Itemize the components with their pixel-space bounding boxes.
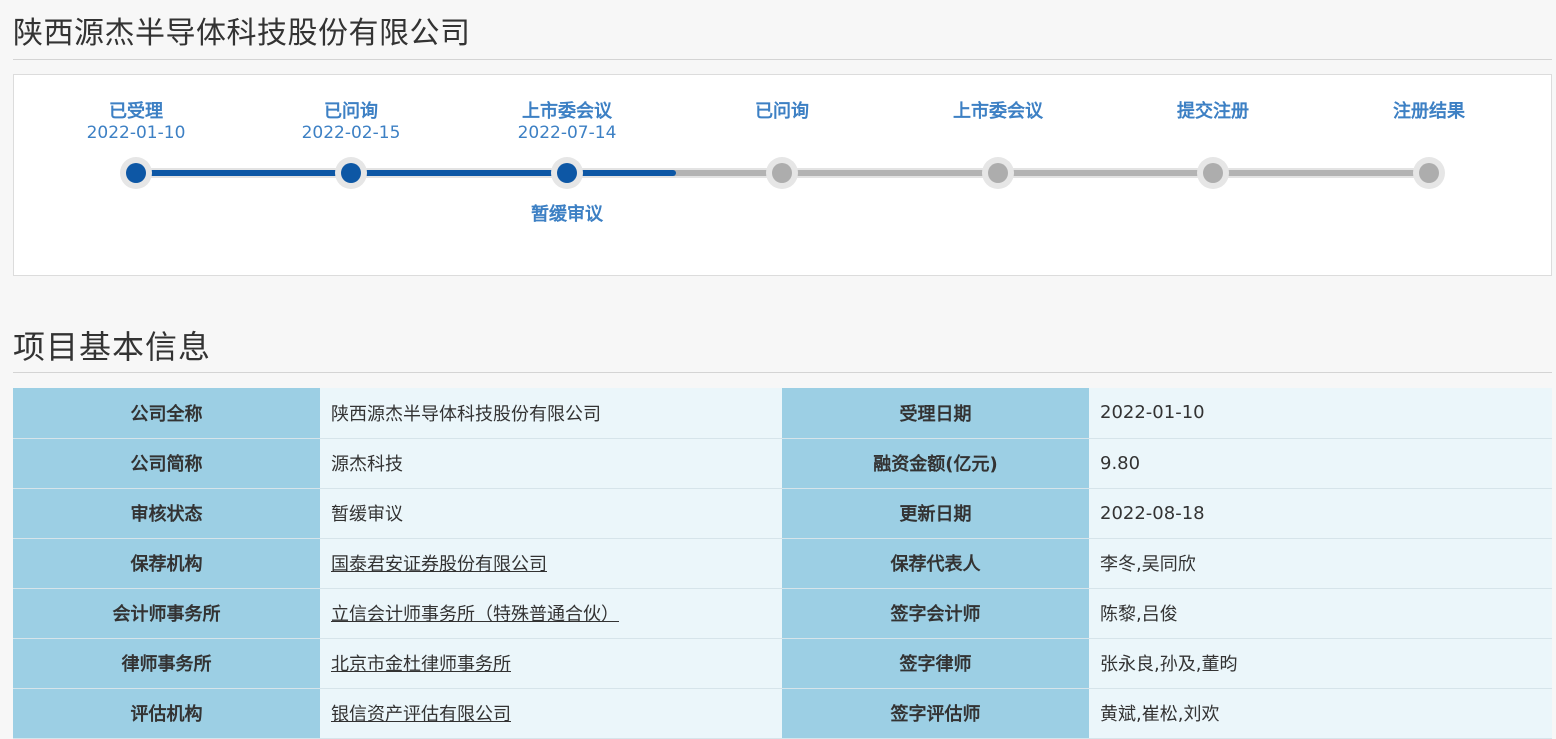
company-full-name-value: 陕西源杰半导体科技股份有限公司 [320,388,782,439]
field-label: 受理日期 [782,388,1089,439]
table-row: 公司全称 陕西源杰半导体科技股份有限公司 受理日期 2022-01-10 [13,388,1552,439]
field-label: 公司简称 [13,438,320,489]
signing-lawyers-value: 张永良,孙及,董昀 [1089,638,1552,689]
step-date: 2022-01-10 [86,123,186,143]
field-label: 融资金额(亿元) [782,438,1089,489]
step-dot-icon [341,163,361,183]
step-label: 上市委会议 [953,101,1043,122]
step-label: 上市委会议 [522,101,612,122]
table-row: 评估机构 银信资产评估有限公司 签字评估师 黄斌,崔松,刘欢 [13,688,1552,739]
project-info-table: 公司全称 陕西源杰半导体科技股份有限公司 受理日期 2022-01-10 公司简… [13,388,1552,739]
table-row: 审核状态 暂缓审议 更新日期 2022-08-18 [13,488,1552,539]
sponsor-link[interactable]: 国泰君安证券股份有限公司 [331,554,547,575]
section-title: 项目基本信息 [13,328,212,366]
progress-track-completed [135,170,676,176]
accept-date-value: 2022-01-10 [1089,388,1552,439]
divider [13,59,1552,60]
step-dot-icon [557,163,577,183]
step-date: 2022-07-14 [517,123,617,143]
step-dot-icon [126,163,146,183]
field-label: 保荐代表人 [782,538,1089,589]
field-label: 签字会计师 [782,588,1089,639]
divider [13,372,1552,373]
sponsor-representatives-value: 李冬,吴同欣 [1089,538,1552,589]
step-date: 2022-02-15 [301,123,401,143]
update-date-value: 2022-08-18 [1089,488,1552,539]
step-dot-icon [772,163,792,183]
step-dot-icon [1419,163,1439,183]
table-row: 公司简称 源杰科技 融资金额(亿元) 9.80 [13,438,1552,489]
field-label: 评估机构 [13,688,320,739]
signing-appraisers-value: 黄斌,崔松,刘欢 [1089,688,1552,739]
field-label: 更新日期 [782,488,1089,539]
table-row: 会计师事务所 立信会计师事务所（特殊普通合伙） 签字会计师 陈黎,吕俊 [13,588,1552,639]
field-label: 保荐机构 [13,538,320,589]
field-label: 签字评估师 [782,688,1089,739]
step-dot-icon [1203,163,1223,183]
step-label: 已问询 [324,101,378,122]
table-row: 保荐机构 国泰君安证券股份有限公司 保荐代表人 李冬,吴同欣 [13,538,1552,589]
step-label: 注册结果 [1393,101,1465,122]
field-label: 审核状态 [13,488,320,539]
signing-accountants-value: 陈黎,吕俊 [1089,588,1552,639]
field-label: 会计师事务所 [13,588,320,639]
appraisal-firm-link[interactable]: 银信资产评估有限公司 [331,704,511,725]
step-label: 已问询 [755,101,809,122]
review-progress-panel: 已受理 2022-01-10 已问询 2022-02-15 上市委会议 2022… [13,74,1552,276]
field-label: 公司全称 [13,388,320,439]
field-label: 律师事务所 [13,638,320,689]
step-label: 提交注册 [1177,101,1249,122]
review-status-value: 暂缓审议 [320,488,782,539]
law-firm-link[interactable]: 北京市金杜律师事务所 [331,654,511,675]
step-label: 已受理 [109,101,163,122]
step-note: 暂缓审议 [531,204,603,225]
financing-amount-value: 9.80 [1089,438,1552,489]
table-row: 律师事务所 北京市金杜律师事务所 签字律师 张永良,孙及,董昀 [13,638,1552,689]
company-short-name-value: 源杰科技 [320,438,782,489]
company-title: 陕西源杰半导体科技股份有限公司 [13,16,471,51]
step-dot-icon [988,163,1008,183]
accounting-firm-link[interactable]: 立信会计师事务所（特殊普通合伙） [331,604,619,625]
field-label: 签字律师 [782,638,1089,689]
